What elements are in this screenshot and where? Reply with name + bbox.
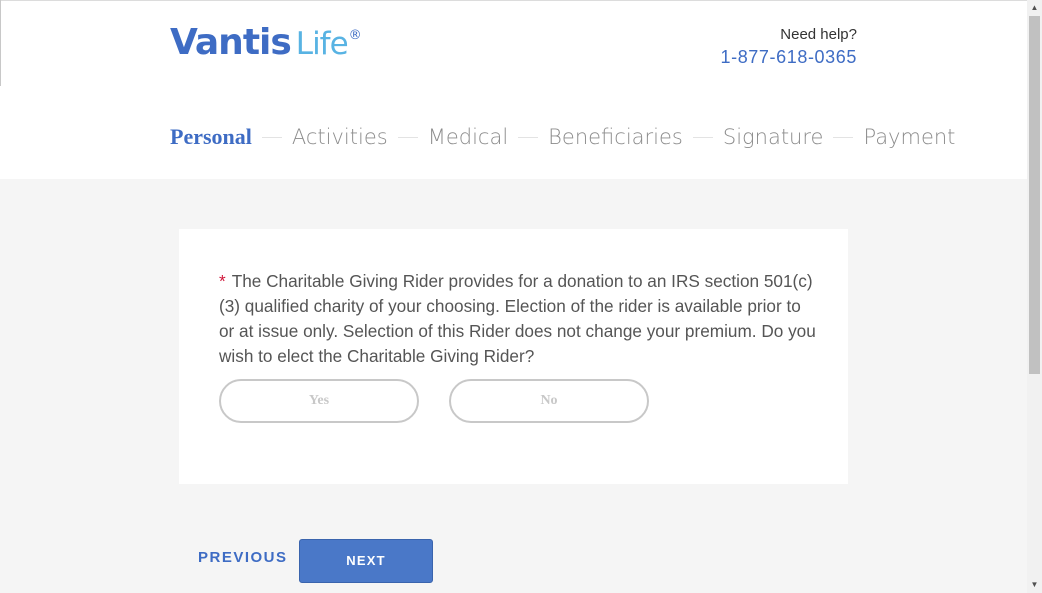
- logo-registered-mark: ®: [348, 28, 362, 43]
- vantis-life-logo[interactable]: Vantis Life ®: [170, 22, 362, 63]
- logo-word-vantis: Vantis: [170, 22, 292, 63]
- step-medical[interactable]: Medical: [428, 125, 508, 149]
- question-text: * The Charitable Giving Rider provides fo…: [219, 269, 819, 369]
- scrollbar-thumb[interactable]: [1029, 16, 1040, 374]
- step-separator: [692, 136, 713, 138]
- yes-option-button[interactable]: Yes: [219, 379, 419, 423]
- step-separator: [518, 136, 539, 138]
- question-body: The Charitable Giving Rider provides for…: [219, 271, 816, 366]
- header-left-border: [0, 0, 1, 86]
- step-activities[interactable]: Activities: [292, 125, 388, 149]
- progress-steps: Personal Activities Medical Beneficiarie…: [170, 121, 955, 153]
- step-separator: [261, 136, 282, 138]
- previous-button[interactable]: PREVIOUS: [198, 549, 288, 566]
- step-separator: [833, 136, 854, 138]
- logo-word-life: Life: [295, 26, 349, 62]
- step-payment[interactable]: Payment: [863, 125, 955, 149]
- next-button[interactable]: NEXT: [299, 539, 433, 583]
- step-personal[interactable]: Personal: [170, 124, 252, 150]
- scroll-down-arrow-icon[interactable]: ▼: [1027, 577, 1042, 593]
- question-card: * The Charitable Giving Rider provides fo…: [179, 229, 848, 484]
- step-separator: [397, 136, 418, 138]
- step-beneficiaries[interactable]: Beneficiaries: [548, 125, 683, 149]
- step-signature[interactable]: Signature: [723, 125, 824, 149]
- scroll-up-arrow-icon[interactable]: ▲: [1027, 0, 1042, 16]
- no-option-button[interactable]: No: [449, 379, 649, 423]
- required-marker: *: [219, 271, 226, 291]
- site-header: Vantis Life ® Need help? 1-877-618-0365 …: [0, 0, 1027, 179]
- help-label: Need help?: [780, 26, 857, 43]
- header-top-border: [0, 0, 1027, 1]
- vertical-scrollbar[interactable]: ▲ ▼: [1027, 0, 1042, 593]
- help-phone-link[interactable]: 1-877-618-0365: [720, 45, 857, 69]
- help-contact: Need help? 1-877-618-0365: [720, 25, 857, 69]
